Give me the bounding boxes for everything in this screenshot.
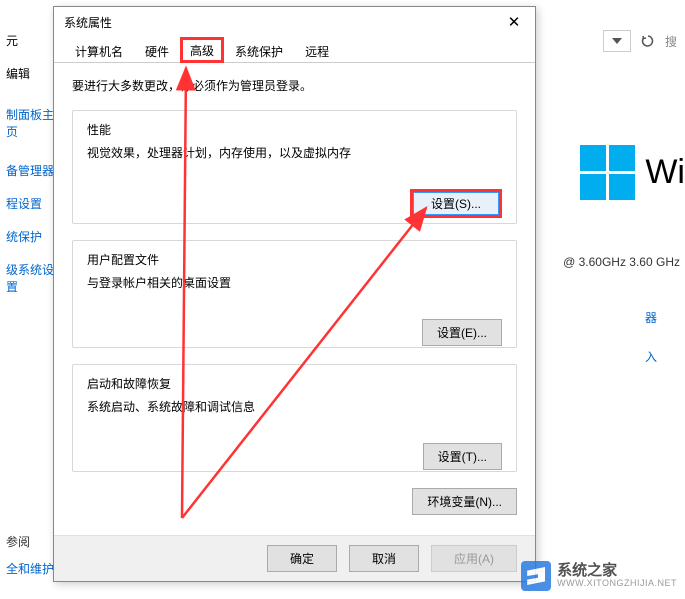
group-performance: 性能 视觉效果，处理器计划，内存使用，以及虚拟内存 设置(S)... bbox=[72, 110, 517, 224]
startup-desc: 系统启动、系统故障和调试信息 bbox=[87, 398, 502, 415]
cpu-ghz-text: @ 3.60GHz 3.60 GHz bbox=[563, 255, 680, 269]
windows-logo-icon bbox=[580, 145, 635, 200]
group-startup-recovery: 启动和故障恢复 系统启动、系统故障和调试信息 设置(T)... bbox=[72, 364, 517, 472]
sidebar-item-4[interactable]: 级系统设置 bbox=[0, 253, 60, 303]
dialog-tabs: 计算机名 硬件 高级 系统保护 远程 bbox=[54, 37, 535, 63]
bg-top-char: 元 bbox=[0, 0, 60, 57]
watermark-text-url: WWW.XITONGZHIJIA.NET bbox=[557, 579, 677, 589]
dialog-titlebar: 系统属性 ✕ bbox=[54, 7, 535, 37]
sidebar-item-2[interactable]: 程设置 bbox=[0, 187, 60, 220]
watermark-text-cn: 系统之家 bbox=[557, 563, 677, 580]
refresh-icon[interactable] bbox=[637, 30, 659, 52]
performance-settings-button[interactable]: 设置(S)... bbox=[410, 189, 502, 218]
search-label: 搜 bbox=[665, 33, 677, 50]
background-right-area: 搜 Wi @ 3.60GHz 3.60 GHz 器 入 bbox=[535, 0, 685, 599]
menu-edit[interactable]: 编辑 bbox=[0, 57, 60, 90]
dialog-title: 系统属性 bbox=[64, 16, 112, 30]
ok-button[interactable]: 确定 bbox=[267, 545, 337, 572]
background-left-panel: 元 编辑 制面板主页 备管理器 程设置 统保护 级系统设置 bbox=[0, 0, 60, 599]
performance-legend: 性能 bbox=[87, 123, 111, 137]
cancel-button[interactable]: 取消 bbox=[349, 545, 419, 572]
close-icon[interactable]: ✕ bbox=[501, 12, 527, 32]
system-properties-dialog: 系统属性 ✕ 计算机名 硬件 高级 系统保护 远程 要进行大多数更改，你必须作为… bbox=[53, 6, 536, 582]
user-profile-settings-button[interactable]: 设置(E)... bbox=[422, 319, 502, 346]
performance-desc: 视觉效果，处理器计划，内存使用，以及虚拟内存 bbox=[87, 144, 502, 161]
see-also-label: 参阅 bbox=[6, 533, 54, 550]
windows-logo: Wi bbox=[580, 145, 685, 200]
sidebar-item-0[interactable]: 制面板主页 bbox=[0, 98, 60, 148]
security-maintenance-link[interactable]: 全和维护 bbox=[6, 560, 54, 577]
dialog-body: 要进行大多数更改，你必须作为管理员登录。 性能 视觉效果，处理器计划，内存使用，… bbox=[54, 63, 535, 525]
apply-button[interactable]: 应用(A) bbox=[431, 545, 517, 572]
startup-settings-button[interactable]: 设置(T)... bbox=[423, 443, 502, 470]
bg-right-misc: 器 入 bbox=[645, 309, 685, 387]
sidebar-item-1[interactable]: 备管理器 bbox=[0, 154, 60, 187]
watermark: 系统之家 WWW.XITONGZHIJIA.NET bbox=[521, 561, 677, 591]
tab-computer-name[interactable]: 计算机名 bbox=[64, 37, 134, 62]
user-profile-desc: 与登录帐户相关的桌面设置 bbox=[87, 274, 502, 291]
tab-remote[interactable]: 远程 bbox=[294, 37, 340, 62]
environment-variables-button[interactable]: 环境变量(N)... bbox=[412, 488, 517, 515]
tab-hardware[interactable]: 硬件 bbox=[134, 37, 180, 62]
windows-text: Wi bbox=[645, 153, 685, 192]
sidebar-item-3[interactable]: 统保护 bbox=[0, 220, 60, 253]
dropdown-arrow-icon[interactable] bbox=[603, 30, 631, 52]
bottom-left-links: 参阅 全和维护 bbox=[6, 533, 54, 577]
tab-advanced[interactable]: 高级 bbox=[180, 37, 224, 63]
admin-required-msg: 要进行大多数更改，你必须作为管理员登录。 bbox=[72, 77, 517, 94]
watermark-logo-icon bbox=[521, 561, 551, 591]
user-profile-legend: 用户配置文件 bbox=[87, 253, 159, 267]
dialog-footer: 确定 取消 应用(A) bbox=[54, 535, 535, 581]
startup-legend: 启动和故障恢复 bbox=[87, 377, 171, 391]
tab-system-protection[interactable]: 系统保护 bbox=[224, 37, 294, 62]
group-user-profile: 用户配置文件 与登录帐户相关的桌面设置 设置(E)... bbox=[72, 240, 517, 348]
